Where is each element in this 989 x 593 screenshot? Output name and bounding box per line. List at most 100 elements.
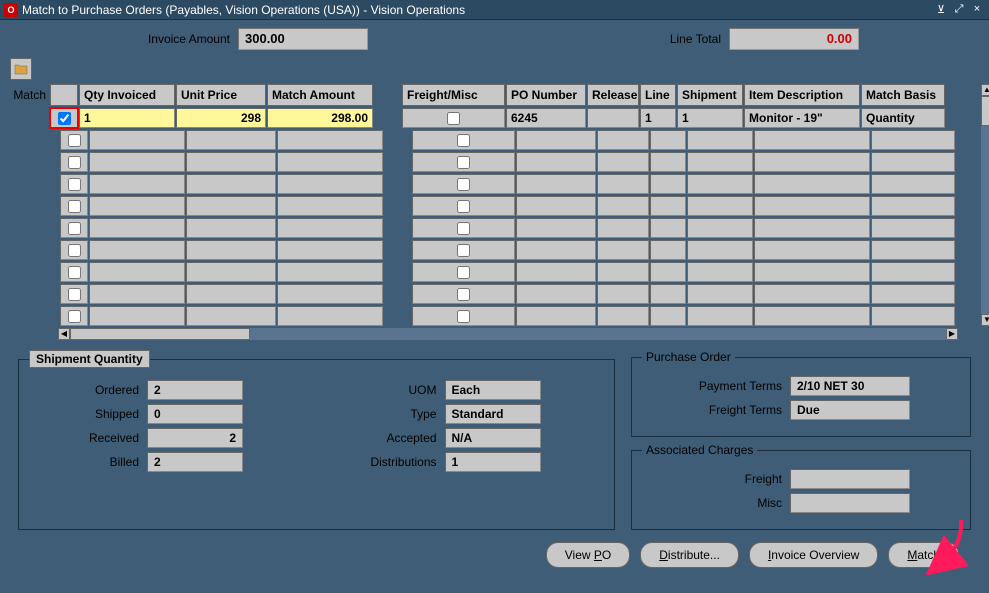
match-basis-cell[interactable] [871, 196, 955, 216]
match-basis-cell[interactable] [871, 306, 955, 326]
qty-invoiced-cell[interactable] [89, 240, 185, 260]
release-cell[interactable] [597, 152, 649, 172]
match-basis-cell[interactable] [871, 130, 955, 150]
minimize-button[interactable]: ⊻ [933, 3, 949, 17]
freight-misc-checkbox[interactable] [457, 200, 470, 213]
unit-price-cell[interactable] [186, 262, 276, 282]
po-number-cell[interactable] [516, 284, 596, 304]
table-row[interactable] [50, 130, 979, 150]
release-cell[interactable] [597, 218, 649, 238]
qty-invoiced-cell[interactable] [89, 306, 185, 326]
table-row[interactable]: 1298298.00624511Monitor - 19"Quantity [50, 108, 979, 128]
item-description-cell[interactable] [754, 284, 870, 304]
invoice-amount-field[interactable]: 300.00 [238, 28, 368, 50]
release-cell[interactable] [597, 174, 649, 194]
scroll-left-icon[interactable]: ◀ [58, 328, 70, 340]
match-checkbox[interactable] [68, 200, 81, 213]
po-number-cell[interactable] [516, 306, 596, 326]
unit-price-cell[interactable] [186, 196, 276, 216]
match-checkbox[interactable] [68, 244, 81, 257]
match-checkbox-cell[interactable] [60, 152, 88, 172]
item-description-cell[interactable] [754, 152, 870, 172]
freight-misc-checkbox[interactable] [457, 134, 470, 147]
unit-price-cell[interactable] [186, 218, 276, 238]
shipment-cell[interactable] [687, 240, 753, 260]
horizontal-scrollbar[interactable]: ◀ ▶ [58, 328, 958, 340]
line-cell[interactable]: 1 [640, 108, 676, 128]
match-amount-cell[interactable]: 298.00 [267, 108, 373, 128]
scroll-up-icon[interactable]: ▲ [981, 84, 989, 96]
match-basis-cell[interactable] [871, 262, 955, 282]
item-description-cell[interactable] [754, 240, 870, 260]
match-amount-cell[interactable] [277, 196, 383, 216]
line-cell[interactable] [650, 284, 686, 304]
match-checkbox-cell[interactable] [60, 130, 88, 150]
match-basis-cell[interactable] [871, 152, 955, 172]
line-cell[interactable] [650, 130, 686, 150]
freight-misc-cell[interactable] [412, 262, 515, 282]
item-description-cell[interactable]: Monitor - 19" [744, 108, 860, 128]
scroll-down-icon[interactable]: ▼ [981, 314, 989, 326]
distributions-field[interactable]: 1 [445, 452, 541, 472]
shipment-cell[interactable] [687, 262, 753, 282]
freight-misc-checkbox[interactable] [457, 266, 470, 279]
match-checkbox-cell[interactable] [60, 196, 88, 216]
match-basis-cell[interactable]: Quantity [861, 108, 945, 128]
col-header-description[interactable]: Item Description [744, 84, 860, 106]
po-number-cell[interactable]: 6245 [506, 108, 586, 128]
freight-misc-checkbox[interactable] [457, 310, 470, 323]
table-row[interactable] [50, 284, 979, 304]
match-amount-cell[interactable] [277, 262, 383, 282]
table-row[interactable] [50, 262, 979, 282]
freight-misc-cell[interactable] [412, 196, 515, 216]
line-cell[interactable] [650, 174, 686, 194]
match-checkbox[interactable] [58, 112, 71, 125]
release-cell[interactable] [597, 306, 649, 326]
po-number-cell[interactable] [516, 152, 596, 172]
type-field[interactable]: Standard [445, 404, 541, 424]
match-checkbox[interactable] [68, 310, 81, 323]
match-checkbox[interactable] [68, 266, 81, 279]
freight-misc-checkbox[interactable] [457, 156, 470, 169]
shipment-cell[interactable] [687, 284, 753, 304]
po-number-cell[interactable] [516, 196, 596, 216]
table-row[interactable] [50, 174, 979, 194]
invoice-overview-button[interactable]: Invoice Overview [749, 542, 878, 568]
misc-field[interactable] [790, 493, 910, 513]
match-checkbox-cell[interactable] [60, 262, 88, 282]
po-number-cell[interactable] [516, 240, 596, 260]
vertical-scrollbar[interactable]: ▲ ▼ [981, 84, 989, 326]
po-number-cell[interactable] [516, 262, 596, 282]
freight-terms-field[interactable]: Due [790, 400, 910, 420]
freight-misc-checkbox[interactable] [457, 244, 470, 257]
col-header-line[interactable]: Line [640, 84, 676, 106]
line-cell[interactable] [650, 218, 686, 238]
freight-misc-cell[interactable] [412, 130, 515, 150]
shipment-cell[interactable] [687, 174, 753, 194]
close-button[interactable]: × [969, 3, 985, 17]
table-row[interactable] [50, 196, 979, 216]
freight-misc-cell[interactable] [412, 218, 515, 238]
shipment-cell[interactable] [687, 306, 753, 326]
shipment-cell[interactable] [687, 196, 753, 216]
col-header-freight-misc[interactable]: Freight/Misc [402, 84, 505, 106]
freight-misc-cell[interactable] [412, 152, 515, 172]
match-amount-cell[interactable] [277, 130, 383, 150]
ordered-field[interactable]: 2 [147, 380, 243, 400]
match-checkbox-cell[interactable] [50, 108, 78, 128]
distribute-button[interactable]: Distribute... [640, 542, 739, 568]
table-row[interactable] [50, 218, 979, 238]
line-cell[interactable] [650, 262, 686, 282]
hscroll-thumb[interactable] [70, 328, 250, 340]
table-row[interactable] [50, 306, 979, 326]
match-amount-cell[interactable] [277, 284, 383, 304]
freight-misc-cell[interactable] [412, 174, 515, 194]
col-header-po-number[interactable]: PO Number [506, 84, 586, 106]
match-amount-cell[interactable] [277, 174, 383, 194]
po-number-cell[interactable] [516, 130, 596, 150]
match-checkbox-cell[interactable] [60, 284, 88, 304]
match-basis-cell[interactable] [871, 284, 955, 304]
uom-field[interactable]: Each [445, 380, 541, 400]
match-checkbox[interactable] [68, 222, 81, 235]
freight-misc-checkbox[interactable] [457, 222, 470, 235]
